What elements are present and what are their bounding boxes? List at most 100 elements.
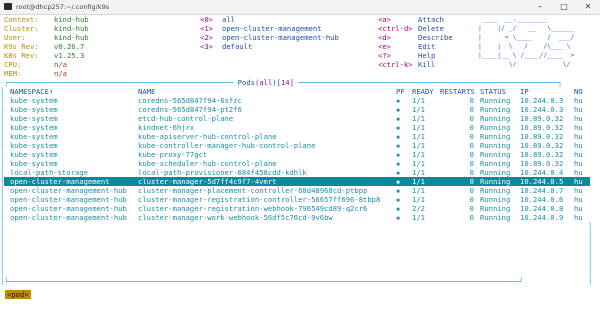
cell-status: Running <box>480 168 511 177</box>
namespace-item[interactable]: <0> all <box>200 15 235 24</box>
info-line: K8s Rev: v1.25.3 <box>4 51 84 60</box>
table-row[interactable]: │ kube-system kube-scheduler-hub-control-p… <box>0 159 594 168</box>
cell-ready: 1/1 <box>412 150 425 159</box>
header-restarts: RESTARTS <box>440 87 475 96</box>
cell-status: Running <box>480 96 511 105</box>
cell-namespace: open-cluster-management <box>10 177 110 186</box>
table-row[interactable]: │ kube-system coredns-565d847f94-pt2f6 ▪ 1/1… <box>0 105 594 114</box>
namespace-item[interactable]: <3> default <box>200 42 252 51</box>
table-row[interactable]: │ local-path-storage local-path-provisione… <box>0 168 594 177</box>
cell-pf: ▪ <box>396 213 401 222</box>
table-title-prefix: Pods( <box>233 78 260 87</box>
shortcut-key: <d> <box>378 33 391 42</box>
table-row[interactable]: │ kube-system coredns-565d847f94-6sfzc ▪ 1/1… <box>0 96 594 105</box>
cell-name: kube-apiserver-hub-control-plane <box>138 132 277 141</box>
cell-node: hu <box>574 150 583 159</box>
table-row[interactable]: │ kube-system kube-controller-manager-hub-… <box>0 141 594 150</box>
breadcrumb-pod[interactable]: <pod> <box>5 290 31 299</box>
info-label: MEM: <box>4 69 22 78</box>
cell-namespace: kube-system <box>10 123 58 132</box>
cell-node: hu <box>574 204 583 213</box>
cell-pf: ▪ <box>396 204 401 213</box>
table-row[interactable]: │ open-cluster-management-hub cluster-mana… <box>0 186 594 195</box>
cell-node: hu <box>574 114 583 123</box>
cell-node: hu <box>574 141 583 150</box>
info-value: v1.25.3 <box>54 51 85 60</box>
shortcut-item[interactable]: <ctrl-d> Delete <box>378 24 444 33</box>
cell-node: hu <box>574 123 583 132</box>
table-row[interactable]: │ kube-system etcd-hub-control-plane ▪ 1/1 0 R… <box>0 114 594 123</box>
header-pf: PF <box>396 87 405 96</box>
cell-pf: ▪ <box>396 123 401 132</box>
shortcut-item[interactable]: <e> Edit <box>378 42 435 51</box>
info-line: User: kind-hub <box>4 33 89 42</box>
info-line: MEM: n/a <box>4 69 67 78</box>
shortcut-item[interactable]: <ctrl-k> Kill <box>378 60 435 69</box>
cell-restarts: 0 <box>469 96 474 105</box>
info-label: K9s Rev: <box>4 42 39 51</box>
border-left: │ <box>0 258 5 267</box>
table-header-row: │ NAMESPACE↑ NAME PF READY RESTARTS STATUS IP NO <box>0 87 594 96</box>
border-left: │ <box>0 267 5 276</box>
cell-node: hu <box>574 195 583 204</box>
cell-ip: 10.244.0.9 <box>520 213 564 222</box>
namespace-item[interactable]: <1> open-cluster-management <box>200 24 322 33</box>
cell-pf: ▪ <box>396 114 401 123</box>
cell-status: Running <box>480 114 511 123</box>
cell-ip: 10.89.0.32 <box>520 114 564 123</box>
window-title: root@dhcp257:~/.config/k9s <box>16 3 110 11</box>
table-empty-row: │ │ <box>0 267 594 276</box>
shortcut-item[interactable]: <d> Describe <box>378 33 453 42</box>
info-label: K8s Rev: <box>4 51 39 60</box>
border-right: │ <box>588 249 593 258</box>
info-value: v0.26.7 <box>54 42 85 51</box>
table-row[interactable]: │ open-cluster-management-hub cluster-mana… <box>0 213 594 222</box>
cell-node: hu <box>574 177 583 186</box>
cell-status: Running <box>480 186 511 195</box>
terminal-area[interactable]: Context: kind-hub Cluster: kind-hub User: kin… <box>0 15 600 314</box>
table-top-border: ┌───────────────────────────────────────… <box>4 78 590 87</box>
table-empty-row: │ │ <box>0 249 594 258</box>
cell-ip: 10.244.0.6 <box>520 195 564 204</box>
table-title-count: 14 <box>280 78 290 87</box>
cell-status: Running <box>480 132 511 141</box>
cell-pf: ▪ <box>396 150 401 159</box>
maximize-button[interactable]: □ <box>552 0 576 14</box>
shortcut-item[interactable]: <?> Help <box>378 51 435 60</box>
cell-namespace: local-path-storage <box>10 168 88 177</box>
cell-ip: 10.89.0.32 <box>520 159 564 168</box>
namespace-item[interactable]: <2> open-cluster-management-hub <box>200 33 339 42</box>
cell-ip: 10.89.0.32 <box>520 132 564 141</box>
shortcut-key: <?> <box>378 51 391 60</box>
info-label: User: <box>4 33 26 42</box>
cell-ip: 10.244.0.5 <box>520 177 564 186</box>
logo-line: \/ \/ <box>478 60 571 68</box>
cell-node: hu <box>574 96 583 105</box>
table-row[interactable]: │ kube-system kube-apiserver-hub-control-p… <box>0 132 594 141</box>
cell-status: Running <box>480 105 511 114</box>
cell-status: Running <box>480 177 511 186</box>
cell-status: Running <box>480 150 511 159</box>
table-row[interactable]: │ kube-system kindnet-6hjrx ▪ 1/1 0 Running 10.… <box>0 123 594 132</box>
cell-pf: ▪ <box>396 159 401 168</box>
shortcut-action: Kill <box>418 60 436 69</box>
cell-namespace: open-cluster-management-hub <box>10 186 127 195</box>
cell-restarts: 0 <box>469 213 474 222</box>
cell-node: hu <box>574 168 583 177</box>
minimize-button[interactable]: – <box>528 0 552 14</box>
cell-namespace: kube-system <box>10 96 58 105</box>
cell-restarts: 0 <box>469 105 474 114</box>
header-ready: READY <box>412 87 434 96</box>
table-row[interactable]: │ open-cluster-management-hub cluster-mana… <box>0 195 594 204</box>
shortcut-item[interactable]: <a> Attach <box>378 15 444 24</box>
cell-node: hu <box>574 159 583 168</box>
table-row[interactable]: │ open-cluster-management cluster-manager-… <box>0 177 594 186</box>
cell-name: cluster-manager-work-webhook-56df5c76cd-… <box>138 213 333 222</box>
cell-ready: 2/2 <box>412 204 425 213</box>
border-segment: ────────────────────────────────────────… <box>298 78 563 87</box>
close-button[interactable]: ✕ <box>576 0 600 14</box>
namespace-key: <2> <box>200 33 213 42</box>
table-row[interactable]: │ kube-system kube-proxy-77gct ▪ 1/1 0 Running… <box>0 150 594 159</box>
table-row[interactable]: │ open-cluster-management-hub cluster-mana… <box>0 204 594 213</box>
border-left: │ <box>0 105 5 114</box>
